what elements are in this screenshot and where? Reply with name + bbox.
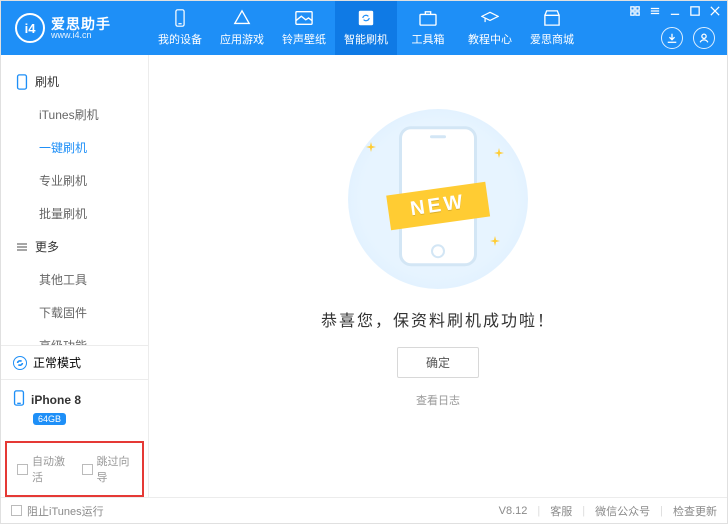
graduation-icon (481, 9, 499, 27)
sidebar-item-advanced[interactable]: 高级功能 (1, 329, 148, 345)
sidebar-section-header[interactable]: 更多 (1, 230, 148, 263)
sparkle-icon (490, 233, 500, 243)
download-icon[interactable] (661, 27, 683, 49)
nav-tab-my-device[interactable]: 我的设备 (149, 1, 211, 55)
sidebar: 刷机 iTunes刷机 一键刷机 专业刷机 批量刷机 更多 其他工具 下载固件 … (1, 55, 149, 497)
ok-button[interactable]: 确定 (397, 347, 479, 378)
nav-tab-flash[interactable]: 智能刷机 (335, 1, 397, 55)
result-headline: 恭喜您，保资料刷机成功啦！ (321, 307, 555, 331)
menu-icon[interactable] (649, 5, 661, 17)
checkbox-label: 阻止iTunes运行 (27, 503, 104, 519)
app-name: 爱思助手 (51, 17, 111, 31)
sidebar-item-oneclick-flash[interactable]: 一键刷机 (1, 131, 148, 164)
nav-tab-apps[interactable]: 应用游戏 (211, 1, 273, 55)
nav-tab-label: 工具箱 (412, 31, 445, 47)
list-icon (15, 241, 29, 253)
header-user-area (661, 27, 715, 49)
close-icon[interactable] (709, 5, 721, 17)
logo-block: i4 爱思助手 www.i4.cn (1, 13, 149, 43)
checkbox-skip-setup[interactable]: 跳过向导 (82, 453, 133, 485)
nav-tab-label: 智能刷机 (344, 31, 388, 47)
nav-tab-label: 爱思商城 (530, 31, 574, 47)
logo-text: 爱思助手 www.i4.cn (51, 17, 111, 40)
nav-tab-label: 我的设备 (158, 31, 202, 47)
sidebar-section-flash: 刷机 iTunes刷机 一键刷机 专业刷机 批量刷机 (1, 65, 148, 230)
checkbox-box (82, 464, 93, 475)
sidebar-item-batch-flash[interactable]: 批量刷机 (1, 197, 148, 230)
window-controls (629, 5, 721, 17)
sidebar-scroll: 刷机 iTunes刷机 一键刷机 专业刷机 批量刷机 更多 其他工具 下载固件 … (1, 55, 148, 345)
status-bar: 阻止iTunes运行 V8.12 | 客服 | 微信公众号 | 检查更新 (1, 497, 727, 523)
sidebar-section-title: 更多 (35, 238, 59, 255)
sidebar-item-pro-flash[interactable]: 专业刷机 (1, 164, 148, 197)
apps-icon (233, 9, 251, 27)
footer-link-wechat[interactable]: 微信公众号 (595, 503, 650, 519)
nav-tabs: 我的设备 应用游戏 铃声壁纸 智能刷机 工具箱 教程中心 爱思商城 (149, 1, 583, 55)
sidebar-item-other-tools[interactable]: 其他工具 (1, 263, 148, 296)
refresh-icon (357, 9, 375, 27)
store-icon (543, 9, 561, 27)
nav-tab-toolbox[interactable]: 工具箱 (397, 1, 459, 55)
sidebar-section-more: 更多 其他工具 下载固件 高级功能 (1, 230, 148, 345)
sidebar-checkboxes-highlight: 自动激活 跳过向导 (5, 441, 144, 497)
app-header: i4 爱思助手 www.i4.cn 我的设备 应用游戏 铃声壁纸 智能刷机 工具… (1, 1, 727, 55)
checkbox-label: 自动激活 (32, 453, 68, 485)
device-phone-icon (13, 390, 25, 409)
phone-outline-icon (15, 74, 29, 90)
sidebar-item-download-fw[interactable]: 下载固件 (1, 296, 148, 329)
device-name: iPhone 8 (31, 393, 81, 407)
maximize-icon[interactable] (689, 5, 701, 17)
phone-icon (171, 9, 189, 27)
nav-tab-label: 铃声壁纸 (282, 31, 326, 47)
refresh-small-icon (13, 356, 27, 370)
sidebar-device-status[interactable]: iPhone 8 64GB (1, 379, 148, 437)
checkbox-block-itunes[interactable]: 阻止iTunes运行 (11, 503, 104, 519)
checkbox-box (17, 464, 28, 475)
sparkle-icon (494, 145, 504, 155)
checkbox-label: 跳过向导 (97, 453, 133, 485)
toolbox-icon (419, 9, 437, 27)
main-content: NEW 恭喜您，保资料刷机成功啦！ 确定 查看日志 (149, 55, 727, 497)
success-illustration: NEW (348, 109, 528, 289)
footer-link-update[interactable]: 检查更新 (673, 503, 717, 519)
nav-tab-label: 教程中心 (468, 31, 512, 47)
footer-link-support[interactable]: 客服 (550, 503, 572, 519)
nav-tab-tutorials[interactable]: 教程中心 (459, 1, 521, 55)
view-log-link[interactable]: 查看日志 (416, 392, 460, 408)
sidebar-section-title: 刷机 (35, 73, 59, 90)
user-icon[interactable] (693, 27, 715, 49)
footer-right: V8.12 | 客服 | 微信公众号 | 检查更新 (499, 503, 717, 519)
checkbox-auto-activate[interactable]: 自动激活 (17, 453, 68, 485)
nav-tab-store[interactable]: 爱思商城 (521, 1, 583, 55)
image-icon (295, 9, 313, 27)
storage-badge: 64GB (33, 413, 66, 425)
version-label: V8.12 (499, 505, 528, 517)
body-area: 刷机 iTunes刷机 一键刷机 专业刷机 批量刷机 更多 其他工具 下载固件 … (1, 55, 727, 497)
mode-label: 正常模式 (33, 354, 81, 371)
sparkle-icon (366, 139, 376, 149)
logo-icon: i4 (15, 13, 45, 43)
sidebar-mode-status[interactable]: 正常模式 (1, 345, 148, 379)
nav-tab-ringtones[interactable]: 铃声壁纸 (273, 1, 335, 55)
settings-icon[interactable] (629, 5, 641, 17)
app-url: www.i4.cn (51, 31, 111, 40)
nav-tab-label: 应用游戏 (220, 31, 264, 47)
sidebar-item-itunes-flash[interactable]: iTunes刷机 (1, 98, 148, 131)
sidebar-section-header[interactable]: 刷机 (1, 65, 148, 98)
main-inner: NEW 恭喜您，保资料刷机成功啦！ 确定 查看日志 (321, 55, 555, 461)
minimize-icon[interactable] (669, 5, 681, 17)
